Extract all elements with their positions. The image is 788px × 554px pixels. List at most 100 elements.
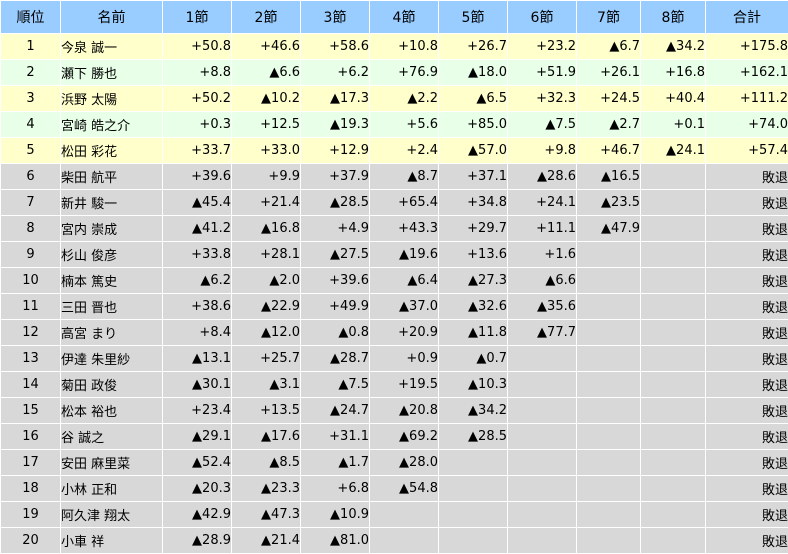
- round-3-score-cell: ▲17.3: [301, 86, 370, 112]
- round-7-score-cell: +24.5: [577, 86, 641, 112]
- round-3-score-cell: +6.2: [301, 60, 370, 86]
- round-6-score-cell: +23.2: [508, 34, 577, 60]
- total-cell: 敗退: [706, 450, 788, 476]
- round-8-score-cell: [641, 216, 706, 242]
- round-6-score-cell: +24.1: [508, 190, 577, 216]
- rank-cell: 11: [1, 294, 61, 320]
- player-name-cell: 松本 裕也: [61, 398, 163, 424]
- round-4-score-cell: +65.4: [370, 190, 439, 216]
- rank-cell: 7: [1, 190, 61, 216]
- round-8-score-cell: [641, 528, 706, 554]
- total-cell: 敗退: [706, 320, 788, 346]
- player-name-cell: 小車 祥: [61, 528, 163, 554]
- round-6-score-cell: [508, 346, 577, 372]
- total-cell: 敗退: [706, 268, 788, 294]
- round-2-score-cell: +12.5: [232, 112, 301, 138]
- round-8-score-cell: [641, 398, 706, 424]
- table-row: 18小林 正和▲20.3▲23.3+6.8▲54.8敗退: [1, 476, 788, 502]
- round-7-score-cell: ▲2.7: [577, 112, 641, 138]
- round-1-score-cell: +33.8: [163, 242, 232, 268]
- round-1-score-cell: ▲13.1: [163, 346, 232, 372]
- round-5-score-cell: +13.6: [439, 242, 508, 268]
- round-8-score-cell: +0.1: [641, 112, 706, 138]
- player-name-cell: 新井 駿一: [61, 190, 163, 216]
- round-4-score-cell: [370, 502, 439, 528]
- round-3-score-cell: +37.9: [301, 164, 370, 190]
- round-3-score-cell: +12.9: [301, 138, 370, 164]
- table-row: 8宮内 崇成▲41.2▲16.8+4.9+43.3+29.7+11.1▲47.9…: [1, 216, 788, 242]
- rank-cell: 9: [1, 242, 61, 268]
- round-3-score-cell: ▲1.7: [301, 450, 370, 476]
- round-7-score-cell: [577, 294, 641, 320]
- round-2-score-cell: +25.7: [232, 346, 301, 372]
- round-2-score-cell: ▲17.6: [232, 424, 301, 450]
- round-1-score-cell: +50.2: [163, 86, 232, 112]
- header-name: 名前: [61, 1, 163, 34]
- player-name-cell: 浜野 太陽: [61, 86, 163, 112]
- total-cell: 敗退: [706, 216, 788, 242]
- round-7-score-cell: [577, 320, 641, 346]
- rank-cell: 16: [1, 424, 61, 450]
- round-4-score-cell: ▲2.2: [370, 86, 439, 112]
- round-5-score-cell: [439, 450, 508, 476]
- header-round-2: 2節: [232, 1, 301, 34]
- round-6-score-cell: +11.1: [508, 216, 577, 242]
- round-5-score-cell: ▲34.2: [439, 398, 508, 424]
- round-7-score-cell: [577, 476, 641, 502]
- round-8-score-cell: [641, 294, 706, 320]
- round-2-score-cell: +21.4: [232, 190, 301, 216]
- standings-body: 1今泉 誠一+50.8+46.6+58.6+10.8+26.7+23.2▲6.7…: [1, 34, 788, 554]
- round-6-score-cell: [508, 398, 577, 424]
- round-2-score-cell: ▲6.6: [232, 60, 301, 86]
- round-2-score-cell: +9.9: [232, 164, 301, 190]
- total-cell: +111.2: [706, 86, 788, 112]
- rank-cell: 6: [1, 164, 61, 190]
- header-round-8: 8節: [641, 1, 706, 34]
- round-3-score-cell: ▲81.0: [301, 528, 370, 554]
- round-3-score-cell: ▲27.5: [301, 242, 370, 268]
- round-3-score-cell: +49.9: [301, 294, 370, 320]
- round-3-score-cell: ▲7.5: [301, 372, 370, 398]
- header-total: 合計: [706, 1, 788, 34]
- round-1-score-cell: +39.6: [163, 164, 232, 190]
- round-5-score-cell: +85.0: [439, 112, 508, 138]
- round-1-score-cell: ▲28.9: [163, 528, 232, 554]
- header-round-6: 6節: [508, 1, 577, 34]
- round-4-score-cell: +0.9: [370, 346, 439, 372]
- round-3-score-cell: +39.6: [301, 268, 370, 294]
- round-2-score-cell: +33.0: [232, 138, 301, 164]
- round-3-score-cell: ▲28.5: [301, 190, 370, 216]
- round-6-score-cell: +9.8: [508, 138, 577, 164]
- round-4-score-cell: ▲37.0: [370, 294, 439, 320]
- round-4-score-cell: ▲19.6: [370, 242, 439, 268]
- round-7-score-cell: [577, 346, 641, 372]
- round-6-score-cell: ▲6.6: [508, 268, 577, 294]
- round-8-score-cell: [641, 268, 706, 294]
- round-1-score-cell: +8.8: [163, 60, 232, 86]
- round-2-score-cell: +13.5: [232, 398, 301, 424]
- round-7-score-cell: ▲47.9: [577, 216, 641, 242]
- round-8-score-cell: [641, 242, 706, 268]
- round-8-score-cell: [641, 164, 706, 190]
- total-cell: 敗退: [706, 242, 788, 268]
- round-1-score-cell: +8.4: [163, 320, 232, 346]
- table-row: 5松田 彩花+33.7+33.0+12.9+2.4▲57.0+9.8+46.7▲…: [1, 138, 788, 164]
- round-5-score-cell: ▲27.3: [439, 268, 508, 294]
- round-7-score-cell: [577, 242, 641, 268]
- round-6-score-cell: [508, 450, 577, 476]
- round-1-score-cell: +33.7: [163, 138, 232, 164]
- round-3-score-cell: ▲19.3: [301, 112, 370, 138]
- rank-cell: 8: [1, 216, 61, 242]
- total-cell: 敗退: [706, 398, 788, 424]
- round-3-score-cell: +31.1: [301, 424, 370, 450]
- round-1-score-cell: ▲29.1: [163, 424, 232, 450]
- round-5-score-cell: [439, 528, 508, 554]
- rank-cell: 10: [1, 268, 61, 294]
- round-3-score-cell: ▲10.9: [301, 502, 370, 528]
- table-row: 7新井 駿一▲45.4+21.4▲28.5+65.4+34.8+24.1▲23.…: [1, 190, 788, 216]
- round-2-score-cell: ▲47.3: [232, 502, 301, 528]
- player-name-cell: 谷 誠之: [61, 424, 163, 450]
- round-4-score-cell: ▲54.8: [370, 476, 439, 502]
- round-5-score-cell: ▲11.8: [439, 320, 508, 346]
- round-5-score-cell: ▲18.0: [439, 60, 508, 86]
